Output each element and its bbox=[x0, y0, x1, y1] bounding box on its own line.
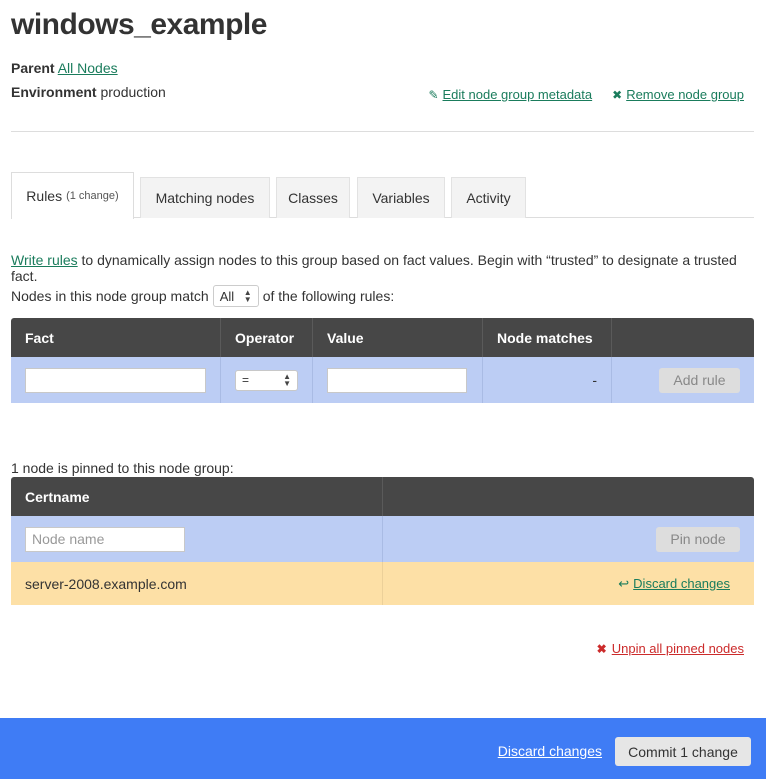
page-title: windows_example bbox=[11, 8, 267, 41]
fact-input[interactable] bbox=[25, 367, 206, 393]
tab-variables[interactable]: Variables bbox=[357, 177, 445, 218]
pinned-node-row: server-2008.example.com ↩ Discard change… bbox=[11, 562, 754, 605]
select-arrows-icon: ▲ ▼ bbox=[283, 372, 291, 388]
parent-link[interactable]: All Nodes bbox=[58, 60, 118, 76]
header-actions bbox=[611, 318, 754, 357]
tab-classes[interactable]: Classes bbox=[276, 177, 350, 218]
environment-label: Environment bbox=[11, 84, 97, 100]
write-rules-link[interactable]: Write rules bbox=[11, 252, 78, 268]
match-suffix: of the following rules: bbox=[262, 288, 395, 304]
remove-group-link[interactable]: ✖ Remove node group bbox=[612, 87, 744, 102]
node-matches-value: - bbox=[482, 357, 611, 403]
match-mode-select[interactable]: All ▲ ▼ bbox=[212, 285, 259, 307]
add-rule-button[interactable]: Add rule bbox=[659, 367, 740, 393]
tab-matching-nodes-label: Matching nodes bbox=[155, 190, 255, 206]
tab-rules-badge: (1 change) bbox=[66, 190, 119, 202]
pin-node-row: Node name Pin node bbox=[11, 516, 754, 562]
rules-description: Write rules to dynamically assign nodes … bbox=[11, 252, 766, 284]
edit-metadata-label: Edit node group metadata bbox=[442, 87, 593, 102]
commit-bar: Discard changes Commit 1 change bbox=[0, 718, 766, 779]
edit-metadata-link[interactable]: ✎ Edit node group metadata bbox=[428, 87, 592, 102]
match-mode-value: All bbox=[219, 288, 235, 304]
tab-bar: Rules (1 change) Matching nodes Classes … bbox=[11, 172, 754, 219]
match-line: Nodes in this node group match All ▲ ▼ of… bbox=[11, 285, 394, 307]
header-node-matches: Node matches bbox=[482, 318, 611, 357]
pencil-icon: ✎ bbox=[428, 87, 439, 102]
pinned-table: Certname Node name Pin node server-2008.… bbox=[11, 477, 754, 605]
tab-matching-nodes[interactable]: Matching nodes bbox=[140, 177, 270, 218]
discard-changes-link[interactable]: Discard changes bbox=[498, 743, 602, 759]
x-icon: ✖ bbox=[612, 87, 623, 102]
x-icon: ✖ bbox=[596, 641, 607, 656]
new-rule-row: = ▲ ▼ - Add rule bbox=[11, 357, 754, 403]
operator-value: = bbox=[242, 373, 250, 387]
unpin-all-label: Unpin all pinned nodes bbox=[611, 641, 744, 656]
tab-classes-label: Classes bbox=[288, 190, 338, 206]
divider bbox=[11, 131, 754, 132]
commit-button[interactable]: Commit 1 change bbox=[615, 737, 751, 766]
pin-node-button[interactable]: Pin node bbox=[656, 526, 740, 552]
value-input[interactable] bbox=[327, 367, 467, 393]
header-pin-actions bbox=[382, 477, 754, 516]
discard-pin-link[interactable]: ↩ Discard changes bbox=[382, 562, 754, 605]
header-operator: Operator bbox=[220, 318, 312, 357]
undo-arrow-icon: ↩ bbox=[618, 575, 630, 591]
pinned-summary: 1 node is pinned to this node group: bbox=[11, 460, 234, 476]
environment-line: Environment production bbox=[11, 84, 166, 100]
operator-select[interactable]: = ▲ ▼ bbox=[235, 369, 298, 391]
header-value: Value bbox=[312, 318, 482, 357]
group-actions: ✎ Edit node group metadata ✖ Remove node… bbox=[428, 87, 744, 102]
tab-activity[interactable]: Activity bbox=[451, 177, 526, 218]
environment-value: production bbox=[100, 84, 166, 100]
unpin-all-link[interactable]: ✖ Unpin all pinned nodes bbox=[597, 641, 744, 656]
pinned-table-header: Certname bbox=[11, 477, 754, 516]
rules-table: Fact Operator Value Node matches = ▲ ▼ - … bbox=[11, 318, 754, 403]
pinned-node-certname: server-2008.example.com bbox=[25, 575, 187, 592]
parent-line: Parent All Nodes bbox=[11, 60, 118, 76]
discard-pin-label: Discard changes bbox=[633, 576, 730, 591]
parent-label: Parent bbox=[11, 60, 55, 76]
remove-group-label: Remove node group bbox=[626, 87, 744, 102]
header-certname: Certname bbox=[25, 488, 90, 505]
select-arrows-icon: ▲ ▼ bbox=[243, 288, 252, 304]
tab-rules-label: Rules bbox=[26, 188, 63, 204]
tab-activity-label: Activity bbox=[466, 190, 511, 206]
node-name-input[interactable]: Node name bbox=[25, 526, 185, 552]
rules-table-header: Fact Operator Value Node matches bbox=[11, 318, 754, 357]
tab-variables-label: Variables bbox=[372, 190, 430, 206]
header-fact: Fact bbox=[25, 329, 54, 346]
match-prefix: Nodes in this node group match bbox=[11, 288, 209, 304]
tab-rules[interactable]: Rules (1 change) bbox=[11, 172, 134, 219]
rules-description-text: to dynamically assign nodes to this grou… bbox=[11, 252, 737, 284]
